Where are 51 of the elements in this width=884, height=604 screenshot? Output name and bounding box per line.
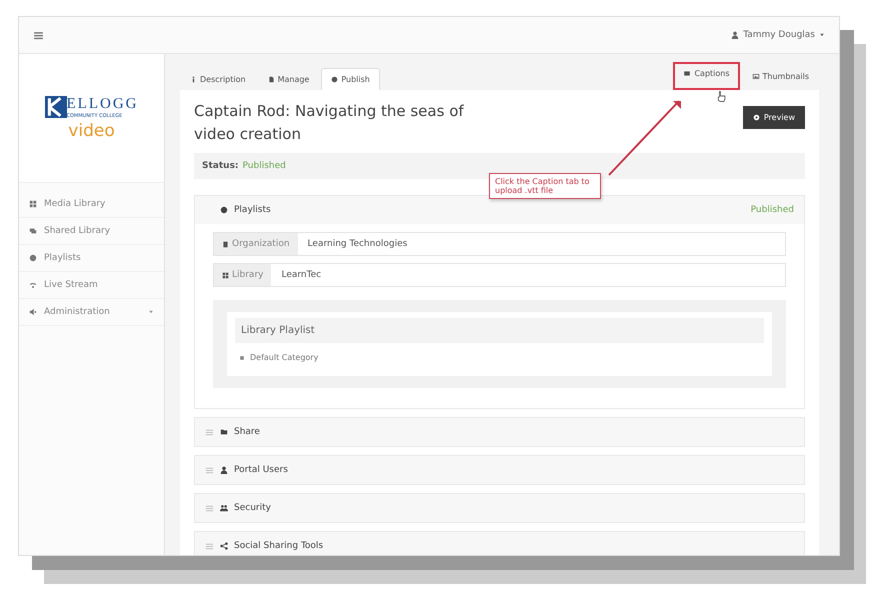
tab[interactable]: Publish	[321, 68, 380, 90]
info-icon	[190, 76, 197, 83]
preview-button[interactable]: Preview	[742, 106, 805, 129]
publish-state: Published	[750, 205, 794, 215]
accordion-header[interactable]: Share	[195, 418, 804, 446]
share-icon	[220, 542, 228, 550]
folder-icon	[220, 428, 228, 436]
playlist-item[interactable]: Default Category	[235, 353, 764, 362]
accordion-header[interactable]: Portal Users	[195, 456, 804, 484]
caret-icon	[819, 32, 825, 38]
input-field[interactable]: Library LearnTec	[213, 263, 786, 287]
field-value: LearnTec	[280, 269, 322, 282]
accordion-header[interactable]: Security	[195, 494, 804, 522]
status-label: Status:	[202, 161, 239, 171]
sidebar-item[interactable]: Shared Library	[19, 218, 164, 245]
input-field[interactable]: Organization Learning Technologies	[213, 232, 786, 256]
file-icon	[268, 76, 275, 83]
logo-title: ELLOGG	[66, 96, 138, 113]
user-icon	[220, 466, 228, 474]
user-menu[interactable]: Tammy Douglas	[731, 30, 825, 40]
grid-icon	[29, 200, 37, 208]
logo-product: video	[68, 121, 115, 141]
drag-handle-icon	[205, 504, 214, 512]
image-icon	[752, 73, 760, 80]
bullet-icon	[239, 354, 245, 360]
tab[interactable]: Manage	[258, 68, 320, 90]
drag-handle-icon	[205, 428, 214, 436]
drag-handle-icon	[205, 466, 214, 474]
accordion-header[interactable]: Social Sharing Tools	[195, 532, 804, 555]
status-value: Published	[242, 161, 286, 171]
field-label: Library	[214, 264, 272, 286]
play-icon	[752, 114, 760, 121]
wifi-icon	[29, 281, 37, 289]
user-icon	[731, 31, 740, 39]
playlist-heading: Library Playlist	[235, 318, 764, 343]
speaker-icon	[29, 308, 37, 316]
tab[interactable]: Captions	[673, 62, 740, 90]
user-name: Tammy Douglas	[743, 30, 815, 40]
drag-handle-icon	[205, 542, 214, 550]
tab[interactable]: Thumbnails	[742, 62, 819, 90]
field-value: Learning Technologies	[306, 238, 408, 251]
caret-icon	[148, 309, 154, 315]
stack-icon	[29, 227, 37, 235]
callout-note: Click the Caption tab to upload .vtt file	[489, 173, 601, 199]
menu-icon	[33, 30, 44, 40]
field-label: Organization	[214, 233, 298, 255]
accordion-header[interactable]: Playlists Published	[195, 196, 804, 224]
tab[interactable]: Description	[180, 68, 256, 90]
logo-mark-icon	[44, 95, 66, 119]
users-icon	[220, 504, 228, 512]
media-title: Captain Rod: Navigating the seas of video creation	[194, 101, 465, 144]
